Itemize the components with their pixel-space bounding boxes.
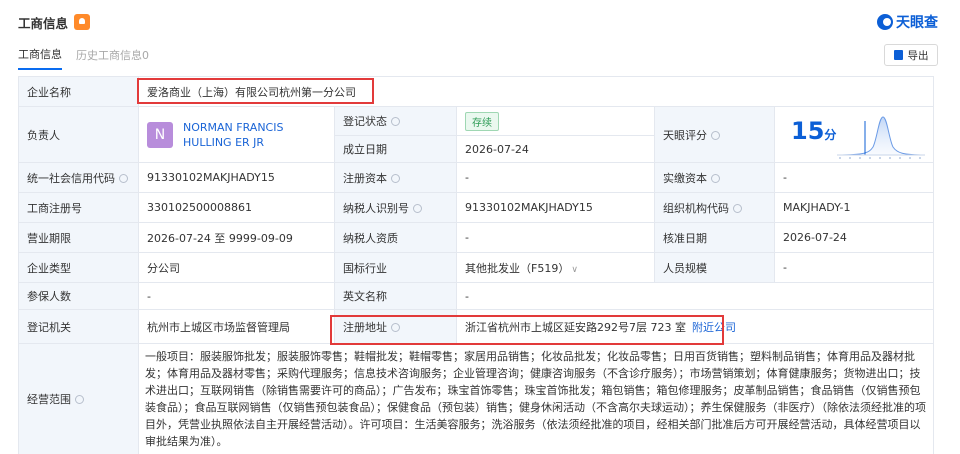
insured-value: - xyxy=(138,282,335,310)
company-name-value: 爱洛商业（上海）有限公司杭州第一分公司 xyxy=(137,76,935,107)
industry-cell[interactable]: 其他批发业（F519） ∨ xyxy=(456,252,655,283)
tianyancha-logo[interactable]: 天眼查 xyxy=(877,12,938,32)
avatar[interactable]: N xyxy=(147,121,173,148)
reg-status-cell: 存续 xyxy=(456,106,655,136)
tab-history-info[interactable]: 历史工商信息0 xyxy=(76,40,149,70)
top-bar: 工商信息 天眼查 xyxy=(18,0,938,40)
info-hint-icon[interactable] xyxy=(711,130,720,140)
info-hint-icon[interactable] xyxy=(119,173,128,183)
tax-qual-value: - xyxy=(456,222,655,253)
score-distribution-chart xyxy=(837,116,926,159)
paid-capital-value: - xyxy=(773,162,935,193)
staff-value: - xyxy=(773,252,935,283)
table-row: 企业类型 分公司 国标行业 其他批发业（F519） ∨ 人员规模 - xyxy=(18,252,935,283)
rep-label: 负责人 xyxy=(18,106,139,163)
en-name-label: 英文名称 xyxy=(334,282,457,310)
address-label-text: 注册地址 xyxy=(343,320,387,334)
reg-no-value: 330102500008861 xyxy=(138,192,335,223)
org-code-value: MAKJHADY-1 xyxy=(773,192,935,223)
score-value: 15分 xyxy=(791,117,836,145)
insured-label: 参保人数 xyxy=(18,282,139,310)
table-row: 参保人数 - 英文名称 - xyxy=(18,282,935,310)
org-code-label: 组织机构代码 xyxy=(654,192,775,223)
industry-label: 国标行业 xyxy=(334,252,457,283)
company-name-label: 企业名称 xyxy=(18,76,139,107)
score-label: 天眼评分 xyxy=(654,106,775,163)
approve-date-label: 核准日期 xyxy=(654,222,775,253)
business-info-table: 企业名称 爱洛商业（上海）有限公司杭州第一分公司 负责人 N NORMAN FR… xyxy=(18,76,935,454)
bell-icon[interactable] xyxy=(74,14,91,30)
tax-qual-label: 纳税人资质 xyxy=(334,222,457,253)
address-cell: 浙江省杭州市上城区延安路292号7层 723 室附近公司 xyxy=(455,309,935,344)
business-info-page: 工商信息 天眼查 工商信息 历史工商信息0 导出 企业名称 爱洛商业（上海）有限… xyxy=(0,0,960,454)
export-icon xyxy=(893,50,903,60)
authority-label: 登记机关 xyxy=(18,309,139,344)
tabs-row: 工商信息 历史工商信息0 导出 xyxy=(18,40,938,70)
scope-label-text: 经营范围 xyxy=(27,393,71,406)
info-hint-icon[interactable] xyxy=(733,203,742,213)
tax-id-label-text: 纳税人识别号 xyxy=(343,201,409,215)
reg-status-label: 登记状态 xyxy=(334,106,457,136)
nearby-companies-link[interactable]: 附近公司 xyxy=(692,321,736,334)
industry-value: 其他批发业（F519） xyxy=(465,261,570,275)
credit-code-value: 91330102MAKJHADY15 xyxy=(138,162,335,193)
status-badge: 存续 xyxy=(465,111,499,131)
chevron-down-icon[interactable]: ∨ xyxy=(571,265,578,275)
tab-business-info[interactable]: 工商信息 xyxy=(18,40,62,70)
address-value: 浙江省杭州市上城区延安路292号7层 723 室 xyxy=(465,320,686,334)
tax-id-label: 纳税人识别号 xyxy=(334,192,457,223)
info-hint-icon[interactable] xyxy=(75,395,84,404)
table-row: 工商注册号 330102500008861 纳税人识别号 91330102MAK… xyxy=(18,192,935,223)
rep-name-link[interactable]: NORMAN FRANCIS HULLING ER JR xyxy=(183,120,326,150)
info-hint-icon[interactable] xyxy=(391,173,400,183)
tab-list: 工商信息 历史工商信息0 xyxy=(18,40,163,70)
approve-date-value: 2026-07-24 xyxy=(773,222,935,253)
credit-code-label-text: 统一社会信用代码 xyxy=(27,171,115,185)
term-value: 2026-07-24 至 9999-09-09 xyxy=(138,222,335,253)
staff-label: 人员规模 xyxy=(654,252,775,283)
table-row: 负责人 N NORMAN FRANCIS HULLING ER JR 登记状态 … xyxy=(18,106,935,163)
type-label: 企业类型 xyxy=(18,252,139,283)
table-row: 营业期限 2026-07-24 至 9999-09-09 纳税人资质 - 核准日… xyxy=(18,222,935,253)
reg-status-label-text: 登记状态 xyxy=(343,115,387,128)
info-hint-icon[interactable] xyxy=(391,322,400,332)
est-date-value: 2026-07-24 xyxy=(456,135,655,163)
reg-capital-label-text: 注册资本 xyxy=(343,171,387,185)
info-hint-icon[interactable] xyxy=(391,117,400,126)
tax-id-value: 91330102MAKJHADY15 xyxy=(456,192,655,223)
export-button[interactable]: 导出 xyxy=(884,44,938,66)
info-hint-icon[interactable] xyxy=(711,173,720,183)
score-cell[interactable]: 15分 xyxy=(773,106,935,163)
rep-cell: N NORMAN FRANCIS HULLING ER JR xyxy=(138,106,335,163)
section-title: 工商信息 xyxy=(18,13,91,32)
export-label: 导出 xyxy=(907,49,929,62)
info-hint-icon[interactable] xyxy=(413,203,422,213)
logo-text: 天眼查 xyxy=(896,15,938,31)
term-label: 营业期限 xyxy=(18,222,139,253)
paid-capital-label-text: 实缴资本 xyxy=(663,171,707,185)
en-name-value: - xyxy=(455,282,935,310)
score-label-text: 天眼评分 xyxy=(663,128,707,142)
authority-value: 杭州市上城区市场监督管理局 xyxy=(138,309,335,344)
reg-capital-label: 注册资本 xyxy=(334,162,457,193)
scope-label: 经营范围 xyxy=(18,343,139,454)
org-code-label-text: 组织机构代码 xyxy=(663,201,729,215)
table-row: 统一社会信用代码 91330102MAKJHADY15 注册资本 - 实缴资本 … xyxy=(18,162,935,193)
reg-capital-value: - xyxy=(456,162,655,193)
est-date-label: 成立日期 xyxy=(334,135,457,163)
table-row: 经营范围 一般项目：服装服饰批发；服装服饰零售；鞋帽批发；鞋帽零售；家居用品销售… xyxy=(18,343,935,454)
table-row: 企业名称 爱洛商业（上海）有限公司杭州第一分公司 xyxy=(18,76,935,107)
table-row: 登记机关 杭州市上城区市场监督管理局 注册地址 浙江省杭州市上城区延安路292号… xyxy=(18,309,935,344)
credit-code-label: 统一社会信用代码 xyxy=(18,162,139,193)
section-title-text: 工商信息 xyxy=(18,15,69,31)
paid-capital-label: 实缴资本 xyxy=(654,162,775,193)
score-number: 15 xyxy=(791,117,825,145)
type-value: 分公司 xyxy=(138,252,335,283)
reg-no-label: 工商注册号 xyxy=(18,192,139,223)
scope-value: 一般项目：服装服饰批发；服装服饰零售；鞋帽批发；鞋帽零售；家居用品销售；化妆品批… xyxy=(137,343,935,454)
address-label: 注册地址 xyxy=(334,309,457,344)
logo-icon xyxy=(877,14,893,30)
